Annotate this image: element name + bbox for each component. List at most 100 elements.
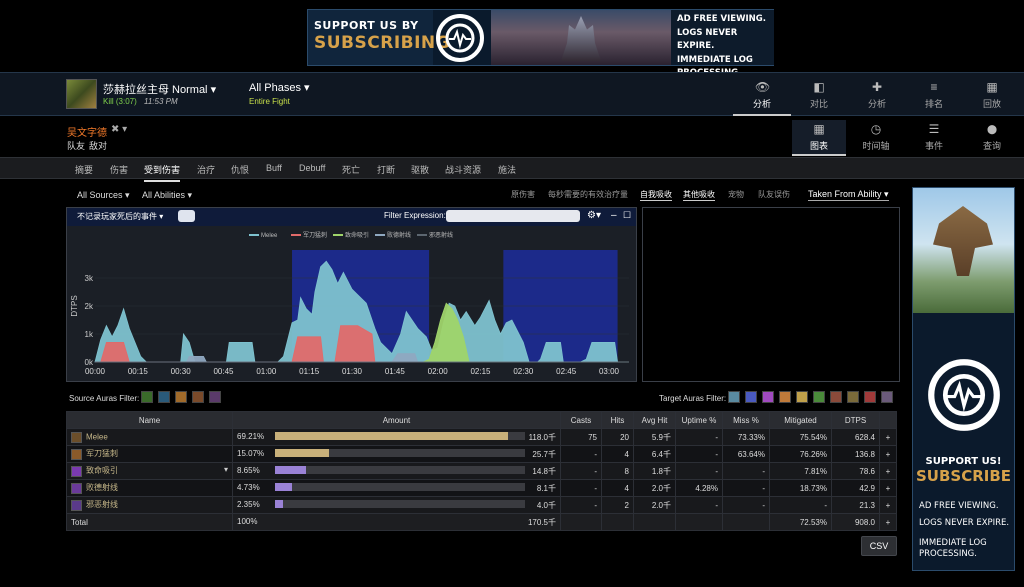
table-row[interactable]: Melee 69.21% 118.0千 75 20 5.9千 -73.33% 75.54% 62… (66, 428, 897, 446)
aura-icon[interactable] (762, 391, 774, 403)
kill-status: Kill (3:07) (103, 97, 137, 106)
cell-avg-hit (633, 513, 676, 531)
cell-uptime: - (675, 428, 723, 446)
chevron-down-icon: ▾ (884, 189, 889, 199)
col-casts[interactable]: Casts (560, 411, 602, 429)
phase-selector[interactable]: All Phases ▾ (249, 81, 310, 94)
pets-toggle[interactable]: 宠物 (728, 189, 744, 200)
expand-button[interactable]: + (879, 479, 897, 497)
col-name[interactable]: Name (66, 411, 233, 429)
aura-icon[interactable] (209, 391, 221, 403)
tab-summary[interactable]: 摘要 (75, 163, 93, 176)
expand-button[interactable]: + (879, 462, 897, 480)
tab-interrupts[interactable]: 打断 (377, 163, 395, 176)
col-uptime[interactable]: Uptime % (675, 411, 723, 429)
aura-icon[interactable] (847, 391, 859, 403)
table-row[interactable]: 败德射线 4.73% 8.1千 -4 2.0千 4.28% -18.73% 42.9 + (66, 479, 897, 497)
view-table[interactable]: ▦ 图表 (792, 120, 846, 156)
friendly-toggle[interactable]: 队友 (67, 139, 85, 152)
tab-deaths[interactable]: 死亡 (342, 163, 360, 176)
nav-analysis[interactable]: ✚ 分析 (855, 76, 899, 116)
col-amount[interactable]: Amount (232, 411, 561, 429)
death-events-selector[interactable]: 不记录玩家死后的事件 ▾ (77, 211, 163, 222)
abilities-filter[interactable]: All Abilities ▾ (142, 190, 192, 201)
aura-icon[interactable] (830, 391, 842, 403)
graph-toggle[interactable] (178, 210, 195, 222)
tab-debuffs[interactable]: Debuff (299, 163, 325, 173)
view-events[interactable]: ☰ 事件 (907, 120, 961, 156)
aura-icon[interactable] (141, 391, 153, 403)
dtps-chart[interactable]: 0k 1k 2k 3k DTPS 00:00 00:15 00:30 00:45 01:00 01:… (67, 226, 636, 381)
tab-casts[interactable]: 施法 (498, 163, 516, 176)
friendly-fire-toggle[interactable]: 队友误伤 (758, 189, 790, 200)
cell-name[interactable]: Melee (66, 428, 233, 446)
banner-text-panel: SUPPORT US BY SUBSCRIBING (308, 10, 450, 65)
source-auras-label: Source Auras Filter: (69, 394, 140, 403)
nav-analyze[interactable]: 👁 分析 (733, 76, 791, 116)
raw-damage-toggle[interactable]: 原伤害 (511, 189, 535, 200)
col-dtps[interactable]: DTPS (831, 411, 880, 429)
aura-icon[interactable] (881, 391, 893, 403)
aura-icon[interactable] (813, 391, 825, 403)
ad-artwork (913, 188, 1014, 313)
effective-healing-toggle[interactable]: 每秒需要的有效治疗量 (548, 189, 628, 200)
tab-dispels[interactable]: 驱散 (411, 163, 429, 176)
table-row[interactable]: 邪恶射线 2.35% 4.0千 -2 2.0千 - - -21.3 + (66, 496, 897, 514)
other-absorb-toggle[interactable]: 其他吸收 (683, 189, 715, 201)
expand-button[interactable]: + (879, 445, 897, 463)
table-row[interactable]: 军刀猛刺 15.07% 25.7千 -4 6.4千 -63.64% 76.26% 136.8 + (66, 445, 897, 463)
aura-icon[interactable] (158, 391, 170, 403)
chevron-down-icon[interactable]: ▾ (224, 465, 228, 474)
aura-icon[interactable] (796, 391, 808, 403)
tab-buffs[interactable]: Buff (266, 163, 282, 173)
pin-icon: ⬤ (986, 124, 998, 134)
aura-icon[interactable] (745, 391, 757, 403)
nav-compare[interactable]: ◧ 对比 (797, 76, 841, 116)
clock-icon: ◷ (870, 122, 882, 136)
tab-threat[interactable]: 仇恨 (231, 163, 249, 176)
maximize-icon[interactable]: ☐ (623, 210, 631, 221)
col-mitigated[interactable]: Mitigated (769, 411, 832, 429)
self-absorb-toggle[interactable]: 自我吸收 (640, 189, 672, 201)
aura-icon[interactable] (175, 391, 187, 403)
tab-resources[interactable]: 战斗资源 (445, 163, 481, 176)
col-miss[interactable]: Miss % (722, 411, 770, 429)
cell-name[interactable]: 致命吸引 ▾ (66, 462, 233, 480)
cell-name[interactable]: 军刀猛刺 (66, 445, 233, 463)
tab-damage-done[interactable]: 伤害 (110, 163, 128, 176)
enemy-toggle[interactable]: 敌对 (89, 139, 107, 152)
expand-button[interactable]: + (879, 496, 897, 514)
col-hits[interactable]: Hits (601, 411, 634, 429)
taken-from-selector[interactable]: Taken From Ability ▾ (808, 189, 889, 201)
player-selector[interactable]: 吴文字德 (67, 124, 107, 139)
gear-icon[interactable]: ⚙▾ (587, 210, 601, 221)
aura-icon[interactable] (192, 391, 204, 403)
player-menu[interactable]: ✖ ▾ (111, 124, 127, 135)
x-tick-label: 01:45 (385, 367, 406, 376)
nav-ranking[interactable]: ≡ 排名 (912, 76, 956, 116)
ad-perk: AD FREE VIEWING. (919, 501, 999, 511)
aura-icon[interactable] (779, 391, 791, 403)
aura-icon[interactable] (728, 391, 740, 403)
tab-damage-taken[interactable]: 受到伤害 (144, 163, 181, 182)
col-avg-hit[interactable]: Avg Hit (633, 411, 676, 429)
cell-name[interactable]: 败德射线 (66, 479, 233, 497)
sources-filter[interactable]: All Sources ▾ (77, 190, 130, 201)
filter-expression-input[interactable] (446, 210, 580, 222)
ad-subscribe: SUBSCRIBE (915, 467, 1012, 485)
ad-perk: LOGS NEVER EXPIRE. (919, 518, 1010, 528)
view-timeline[interactable]: ◷ 时间轴 (849, 120, 903, 156)
minimize-icon[interactable]: – (611, 210, 617, 221)
table-row[interactable]: 致命吸引 ▾ 8.65% 14.8千 -8 1.8千 - -7.81% 78.6 + (66, 462, 897, 480)
side-ad[interactable]: SUPPORT US! SUBSCRIBE AD FREE VIEWING. L… (912, 187, 1015, 571)
nav-replay[interactable]: ▦ 回放 (970, 76, 1014, 116)
subscribe-banner[interactable]: SUPPORT US BY SUBSCRIBING AD FREE VIEWIN… (307, 9, 774, 78)
boss-selector[interactable]: 莎赫拉丝主母 Normal ▾ (103, 81, 216, 97)
expand-button[interactable]: + (879, 428, 897, 446)
expand-button[interactable]: + (879, 513, 897, 531)
cell-name[interactable]: 邪恶射线 (66, 496, 233, 514)
view-query[interactable]: ⬤ 查询 (965, 120, 1019, 156)
csv-button[interactable]: CSV (861, 536, 897, 556)
aura-icon[interactable] (864, 391, 876, 403)
tab-healing[interactable]: 治疗 (197, 163, 215, 176)
